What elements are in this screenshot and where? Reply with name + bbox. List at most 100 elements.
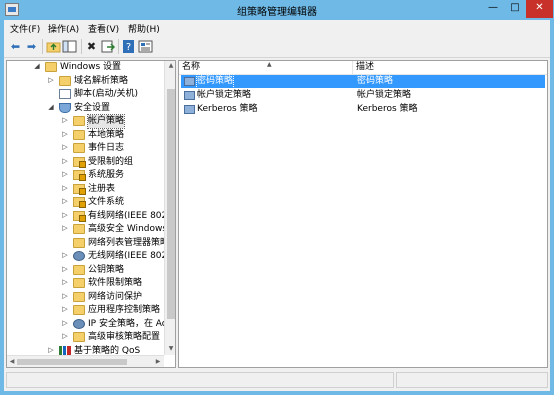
window-title: 组策略管理编辑器 [237, 7, 317, 18]
tree-item[interactable]: 网络列表管理器策略 [7, 237, 170, 250]
tree-item[interactable]: ▷ 无线网络(IEEE 802 [7, 250, 167, 263]
expand-arrow-icon[interactable]: ▷ [61, 265, 69, 273]
properties-icon[interactable] [138, 39, 153, 54]
folder-icon [73, 332, 85, 342]
help-icon[interactable]: ? [121, 39, 136, 54]
expand-arrow-icon[interactable]: ▷ [61, 278, 69, 286]
status-cell [396, 372, 548, 388]
tree-item[interactable]: ◢ 安全设置 [7, 102, 167, 115]
expand-arrow-icon[interactable]: ▷ [61, 251, 69, 259]
tree-item-label: 安全设置 [74, 102, 111, 113]
tree-item[interactable]: ▷ IP 安全策略，在 Ac [7, 318, 167, 331]
tree-item[interactable]: ▷ 帐户策略 [7, 114, 167, 129]
list-pane[interactable]: 名称 ▲ 描述 密码策略 密码策略 帐户锁定策略 帐户锁定策略 Kerberos… [178, 60, 548, 368]
expand-arrow-icon[interactable]: ▷ [61, 332, 69, 340]
tree-item-label: 公钥策略 [88, 264, 125, 275]
item-name: 密码策略 [195, 74, 235, 89]
menu-help[interactable]: 帮助(H) [128, 22, 160, 35]
tree-item-label: 本地策略 [88, 129, 125, 140]
policy-icon [184, 77, 195, 86]
folder-icon [73, 224, 85, 234]
expand-arrow-icon[interactable]: ▷ [61, 116, 69, 124]
scroll-up-arrow-icon[interactable]: ▲ [166, 62, 175, 69]
folder-icon [73, 237, 85, 248]
folder-icon [45, 62, 57, 72]
title-bar[interactable]: 组策略管理编辑器 — □ ✕ [0, 0, 554, 20]
tree-item[interactable]: ▷ 应用程序控制策略 [7, 304, 167, 317]
expand-arrow-icon[interactable]: ▷ [61, 211, 69, 219]
network-icon [73, 318, 85, 329]
delete-icon[interactable]: ✖ [84, 39, 99, 54]
minimize-button[interactable]: — [482, 0, 504, 18]
tree-vertical-scrollbar[interactable]: ▲ ▼ [164, 61, 175, 355]
tree-item-label: IP 安全策略，在 Ac [88, 318, 167, 329]
folder-lock-icon [73, 183, 86, 195]
status-cell [6, 372, 394, 388]
sort-ascending-icon: ▲ [267, 61, 272, 68]
tree-item[interactable]: ▷ 高级安全 Windows [7, 223, 167, 236]
toolbar-separator [81, 39, 82, 54]
expand-arrow-icon[interactable]: ▷ [61, 305, 69, 313]
export-list-icon[interactable] [100, 39, 116, 54]
tree-item-label: 受限制的组 [88, 156, 134, 167]
back-arrow-icon[interactable]: ⬅ [8, 39, 23, 54]
expand-arrow-icon[interactable]: ▷ [61, 130, 69, 138]
folder-icon [73, 143, 85, 153]
column-name-header[interactable]: 名称 [179, 61, 351, 74]
column-desc-header[interactable]: 描述 [353, 61, 543, 74]
tree-item[interactable]: ▷ 文件系统 [7, 196, 167, 209]
expand-arrow-icon[interactable]: ▷ [61, 224, 69, 232]
menu-view[interactable]: 查看(V) [88, 22, 119, 35]
tree-item-label: 帐户策略 [86, 114, 126, 129]
menu-action[interactable]: 操作(A) [48, 22, 79, 35]
tree-horizontal-scrollbar[interactable]: ◀ ▶ [7, 355, 164, 367]
list-item[interactable]: Kerberos 策略 Kerberos 策略 [181, 103, 545, 116]
tree-item[interactable]: ▷ 软件限制策略 [7, 277, 167, 290]
list-item[interactable]: 帐户锁定策略 帐户锁定策略 [181, 89, 545, 102]
tree-item[interactable]: ▷ 有线网络(IEEE 802 [7, 210, 167, 223]
expand-arrow-icon[interactable]: ▷ [61, 197, 69, 205]
collapse-arrow-icon[interactable]: ◢ [33, 62, 41, 70]
forward-arrow-icon[interactable]: ➡ [24, 39, 39, 54]
tree-item-label: 域名解析策略 [74, 75, 129, 86]
expand-arrow-icon[interactable]: ▷ [61, 292, 69, 300]
folder-icon [73, 264, 85, 275]
expand-arrow-icon[interactable]: ▷ [61, 157, 69, 165]
tree-item[interactable]: 脚本(启动/关机) [7, 88, 167, 101]
tree-item[interactable]: ◢ Windows 设置 [7, 61, 167, 74]
expand-arrow-icon[interactable]: ▷ [61, 143, 69, 151]
scroll-thumb[interactable] [17, 359, 127, 365]
item-name: Kerberos 策略 [197, 104, 258, 114]
expand-arrow-icon[interactable]: ▷ [47, 346, 55, 354]
tree-item[interactable]: ▷ 高级审核策略配置 [7, 331, 167, 344]
tree-item[interactable]: ▷ 受限制的组 [7, 156, 167, 169]
up-folder-icon[interactable] [46, 39, 61, 54]
expand-arrow-icon[interactable]: ▷ [61, 170, 69, 178]
tree-item[interactable]: ▷ 注册表 [7, 183, 167, 196]
tree-item[interactable]: ▷ 本地策略 [7, 129, 167, 142]
tree-item-label: 网络列表管理器策略 [88, 237, 170, 248]
maximize-button[interactable]: □ [504, 0, 526, 18]
tree-item-label: 软件限制策略 [88, 278, 143, 288]
scroll-right-arrow-icon[interactable]: ▶ [153, 358, 163, 365]
tree-item[interactable]: ▷ 网络访问保护 [7, 291, 167, 304]
tree-item[interactable]: ▷ 系统服务 [7, 169, 167, 182]
folder-icon [73, 305, 85, 315]
menu-file[interactable]: 文件(F) [10, 22, 40, 35]
scroll-down-arrow-icon[interactable]: ▼ [166, 345, 175, 352]
tree-item[interactable]: ▷ 公钥策略 [7, 264, 167, 277]
expand-arrow-icon[interactable]: ▷ [61, 184, 69, 192]
scroll-thumb[interactable] [167, 89, 175, 319]
tree-item[interactable]: ▷ 事件日志 [7, 142, 167, 155]
list-item[interactable]: 密码策略 密码策略 [181, 74, 545, 89]
expand-arrow-icon[interactable]: ▷ [61, 319, 69, 327]
show-tree-icon[interactable] [62, 39, 77, 54]
close-button[interactable]: ✕ [526, 0, 553, 18]
scroll-left-arrow-icon[interactable]: ◀ [7, 358, 17, 365]
expand-arrow-icon[interactable]: ▷ [47, 76, 55, 84]
collapse-arrow-icon[interactable]: ◢ [47, 103, 55, 111]
folder-icon [73, 116, 85, 126]
tree-pane[interactable]: ▷ 基于策略的 QoS ▷ 高级审核策略配置 ▷ IP 安全策略，在 Ac ▷ 应用程序控制策… [6, 60, 176, 368]
tree-item-label: 有线网络(IEEE 802 [88, 210, 168, 221]
tree-item[interactable]: ▷ 域名解析策略 [7, 75, 167, 88]
